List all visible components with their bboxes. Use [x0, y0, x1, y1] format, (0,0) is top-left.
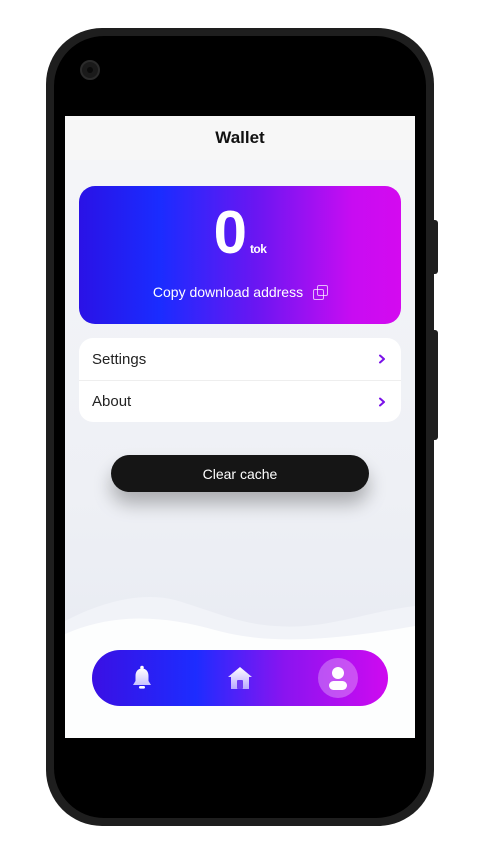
- menu-item-settings[interactable]: Settings: [79, 338, 401, 380]
- home-icon: [228, 667, 252, 689]
- app-screen: Wallet 0 tok Copy download address Settin…: [65, 116, 415, 738]
- balance-unit: tok: [249, 242, 267, 256]
- balance-row: 0 tok: [79, 200, 401, 266]
- menu-item-label: About: [92, 393, 132, 410]
- clear-cache-button[interactable]: Clear cache: [111, 455, 369, 492]
- volume-button: [432, 220, 438, 274]
- page-title: Wallet: [215, 128, 265, 147]
- copy-icon[interactable]: [313, 285, 329, 300]
- copy-address-button[interactable]: Copy download address: [79, 284, 401, 300]
- profile-icon: [329, 667, 347, 690]
- app-bar: Wallet: [65, 116, 415, 160]
- menu-item-label: Settings: [92, 350, 147, 368]
- tab-home[interactable]: [220, 658, 260, 698]
- tab-notifications[interactable]: [122, 658, 162, 698]
- copy-address-label: Copy download address: [152, 284, 304, 300]
- wallet-card: 0 tok Copy download address: [79, 186, 401, 324]
- chevron-right-icon: [379, 397, 385, 406]
- bottom-tab-bar: [92, 650, 388, 706]
- power-button: [432, 330, 438, 440]
- settings-menu: Settings About: [79, 338, 401, 422]
- bell-icon: [133, 665, 151, 689]
- menu-item-about[interactable]: About: [79, 380, 401, 422]
- tab-profile[interactable]: [318, 658, 358, 698]
- chevron-right-icon: [379, 354, 385, 364]
- front-camera: [80, 60, 100, 80]
- balance-value: 0: [213, 199, 247, 266]
